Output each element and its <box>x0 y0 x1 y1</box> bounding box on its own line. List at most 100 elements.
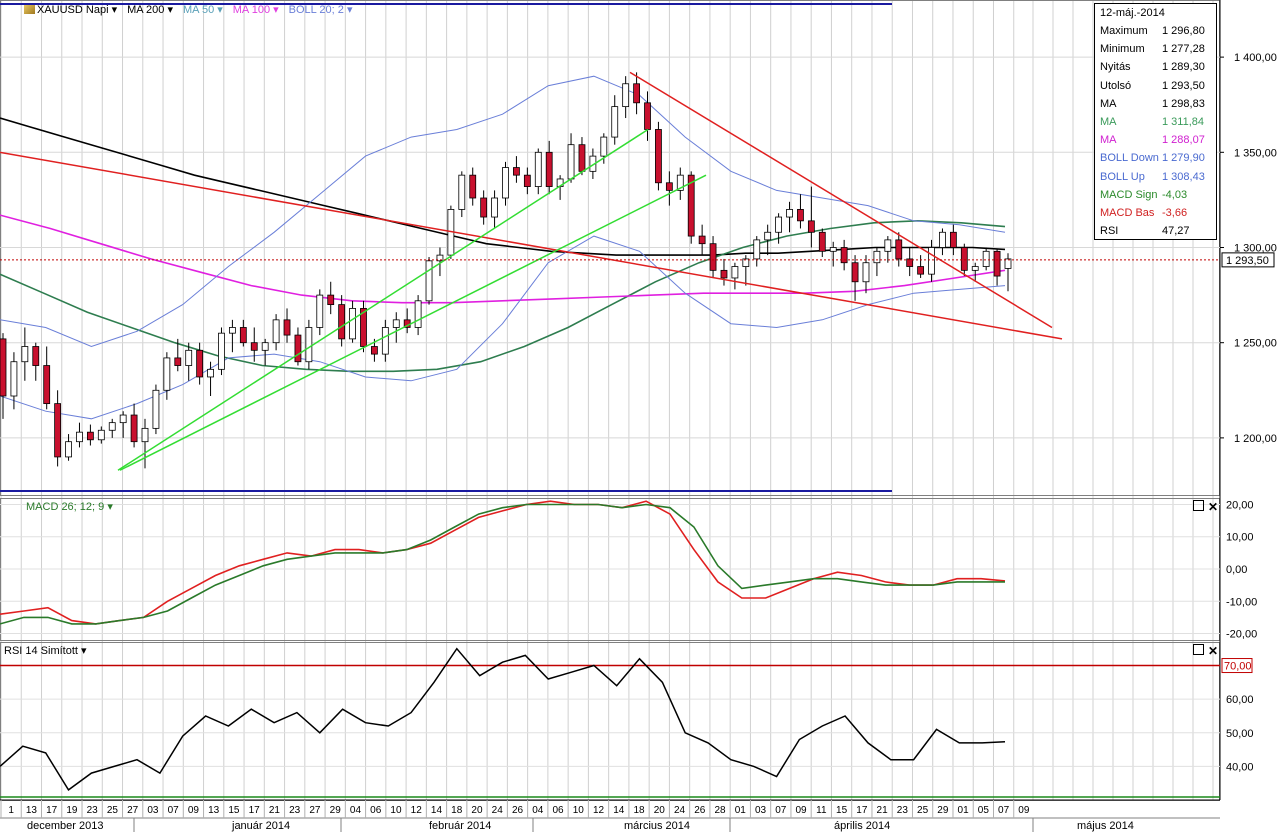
legend-boll[interactable]: BOLL 20; 2 ▾ <box>289 3 353 16</box>
x-tick-label: 03 <box>147 805 159 816</box>
legend-ma50[interactable]: MA 50 ▾ <box>183 3 223 16</box>
x-tick-label: 04 <box>350 805 362 816</box>
x-tick-label: 09 <box>796 805 808 816</box>
x-tick-label: 07 <box>998 805 1010 816</box>
x-tick-label: 01 <box>958 805 970 816</box>
x-tick-label: 23 <box>897 805 909 816</box>
candle-body <box>97 429 105 441</box>
maximize-icon[interactable] <box>1193 500 1204 511</box>
candle-body <box>709 243 717 271</box>
info-value: 1 289,30 <box>1162 61 1205 74</box>
x-tick-label: 14 <box>613 805 625 816</box>
close-icon[interactable]: ✕ <box>1208 644 1218 658</box>
maximize-icon[interactable] <box>1193 644 1204 655</box>
macd-tick-label: -10,00 <box>1226 596 1257 608</box>
info-key: Nyitás <box>1100 61 1131 74</box>
x-tick-label: 03 <box>755 805 767 816</box>
x-tick-label: 21 <box>269 805 281 816</box>
candle-body <box>720 269 728 279</box>
series-macd-bas <box>0 500 1006 625</box>
x-tick-label: 20 <box>471 805 483 816</box>
x-tick-label: 27 <box>127 805 139 816</box>
close-icon[interactable]: ✕ <box>1208 500 1218 514</box>
info-row: BOLL Up 1 308,43 <box>1095 168 1216 186</box>
x-tick-label: 13 <box>208 805 220 816</box>
candle-body <box>829 247 837 252</box>
candle-body <box>949 231 957 248</box>
candle-body <box>43 365 51 405</box>
candle-body <box>884 239 892 252</box>
legend-symbol[interactable]: XAUUSD Napi ▾ <box>24 3 117 16</box>
month-label: március 2014 <box>624 820 690 832</box>
y-tick-label: 1 250,00 <box>1234 338 1277 350</box>
candle-body <box>218 332 225 370</box>
candle-body <box>130 414 138 443</box>
candle-body <box>840 247 848 264</box>
candle-body <box>349 308 356 340</box>
candle-body <box>10 361 18 397</box>
info-key: Utolsó <box>1100 79 1132 92</box>
x-tick-label: 11 <box>816 805 827 816</box>
info-value: 1 296,80 <box>1162 25 1205 37</box>
x-tick-label: 27 <box>309 805 321 816</box>
rsi-label[interactable]: RSI 14 Simított ▾ <box>4 644 87 657</box>
candle-body <box>392 319 400 328</box>
candle-body <box>971 266 979 271</box>
candle-body <box>917 266 925 275</box>
info-row: Utolsó 1 293,50 <box>1095 77 1216 95</box>
candle-body <box>862 262 870 283</box>
candle-body <box>578 144 586 172</box>
x-tick-label: 05 <box>978 805 990 816</box>
candle-body <box>939 231 946 248</box>
series-macd-sign <box>0 503 1005 625</box>
x-tick-label: 25 <box>917 805 929 816</box>
candle-body <box>502 167 509 199</box>
info-value: -4,03 <box>1162 188 1188 201</box>
candle-body <box>294 334 302 363</box>
candle-body <box>152 389 160 429</box>
legend-ma100[interactable]: MA 100 ▾ <box>233 3 279 16</box>
candle-body <box>469 174 477 199</box>
legend-ma200[interactable]: MA 200 ▾ <box>127 3 173 16</box>
info-value: -3,66 <box>1162 206 1188 219</box>
x-tick-label: 18 <box>451 805 463 816</box>
candle-body <box>21 346 29 363</box>
candle-body <box>818 231 826 252</box>
macd-label[interactable]: MACD 26; 12; 9 ▾ <box>26 500 113 513</box>
info-value: 1 279,90 <box>1162 152 1205 165</box>
candle-body <box>119 414 127 424</box>
candle-body <box>185 349 193 366</box>
price-legend: XAUUSD Napi ▾ MA 200 ▾ MA 50 ▾ MA 100 ▾ … <box>24 3 352 16</box>
candle-body <box>32 346 40 366</box>
info-key: MA <box>1100 97 1117 110</box>
info-value: 47,27 <box>1162 225 1190 238</box>
x-tick-label: 17 <box>46 805 58 816</box>
candle-body <box>250 342 258 351</box>
series-rsi <box>0 647 1006 791</box>
trading-chart: 1 200,001 250,001 300,001 350,001 400,00… <box>0 0 1277 832</box>
candle-body <box>327 294 335 306</box>
x-tick-label: 15 <box>836 805 848 816</box>
info-date: 12-máj.-2014 <box>1100 7 1165 19</box>
x-tick-label: 20 <box>654 805 666 816</box>
series-boll-up <box>0 75 1006 348</box>
x-tick-label: 07 <box>168 805 180 816</box>
candle-body <box>731 266 739 279</box>
macd-tick-label: 10,00 <box>1226 532 1254 544</box>
x-tick-label: 04 <box>532 805 544 816</box>
info-row: MA 1 298,83 <box>1095 95 1216 113</box>
x-tick-label: 06 <box>370 805 382 816</box>
candle-body <box>764 231 772 241</box>
candle-body <box>316 294 324 328</box>
x-tick-label: 25 <box>107 805 119 816</box>
candle-body <box>797 209 804 222</box>
series-ma-50 <box>0 219 1006 373</box>
x-tick-label: 18 <box>633 805 645 816</box>
candle-body <box>873 250 881 264</box>
info-key: Maximum <box>1100 25 1148 37</box>
candle-body <box>928 247 935 275</box>
x-tick-label: 10 <box>573 805 585 816</box>
x-tick-label: 17 <box>856 805 868 816</box>
info-value: 1 308,43 <box>1162 170 1205 183</box>
info-row: MACD Sign -4,03 <box>1095 186 1216 204</box>
